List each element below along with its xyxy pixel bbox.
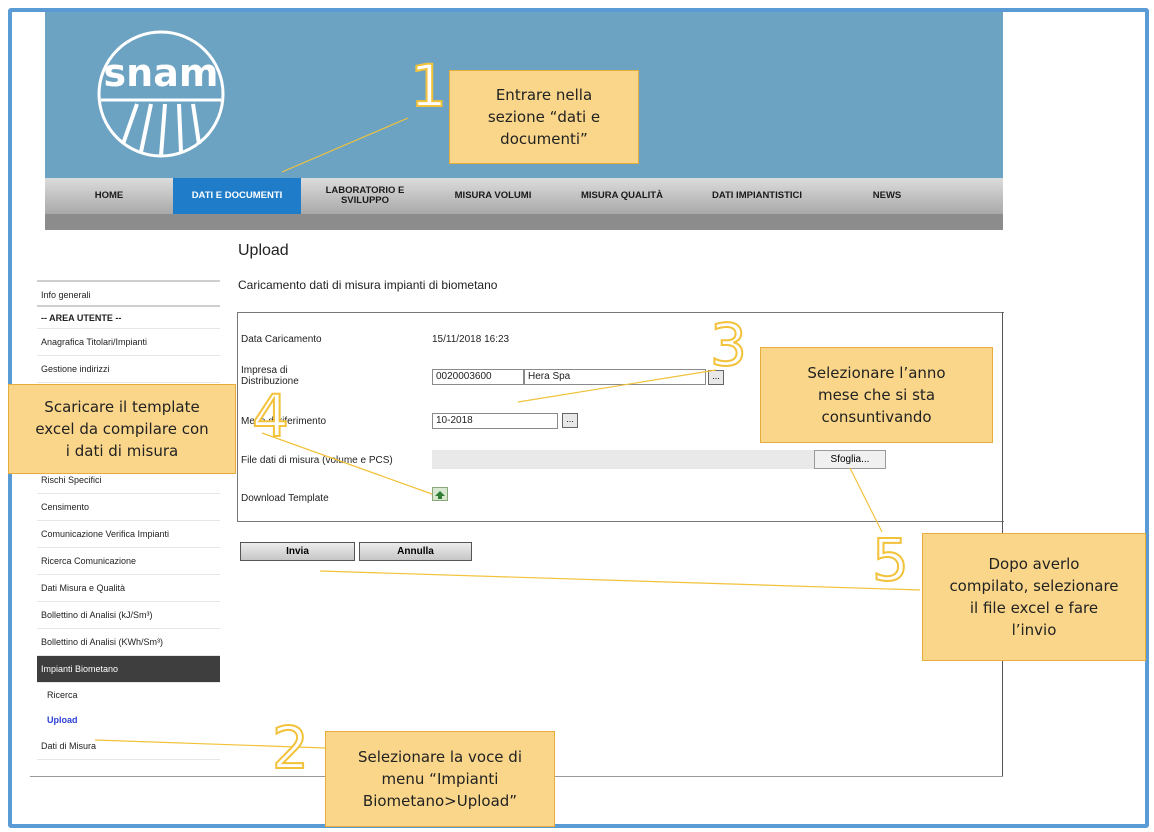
sub-navigation-bar	[45, 214, 1003, 230]
data-caricamento-value: 15/11/2018 16:23	[432, 334, 510, 345]
callout-number-1: 1	[409, 52, 448, 120]
sidebar-item-censimento[interactable]: Censimento	[37, 494, 220, 521]
sidebar: Info generali -- AREA UTENTE -- Anagrafi…	[37, 280, 220, 760]
impresa-name-field[interactable]: Hera Spa	[524, 369, 706, 385]
callout-number-2: 2	[271, 714, 310, 782]
download-icon[interactable]	[432, 487, 448, 501]
nav-misura-qualita[interactable]: MISURA QUALITÀ	[557, 178, 687, 214]
nav-news[interactable]: NEWS	[827, 178, 947, 214]
cancel-button[interactable]: Annulla	[359, 542, 472, 561]
sidebar-item-dati-di-misura[interactable]: Dati di Misura	[37, 733, 220, 760]
sidebar-section-area-utente: -- AREA UTENTE --	[37, 307, 220, 329]
callout-4: Scaricare il template excel da compilare…	[8, 384, 236, 474]
sidebar-item-anagrafica[interactable]: Anagrafica Titolari/Impianti	[37, 329, 220, 356]
sidebar-item-gestione-indirizzi[interactable]: Gestione indirizzi	[37, 356, 220, 383]
mese-field[interactable]: 10-2018	[432, 413, 558, 429]
sidebar-item-ricerca-comunicazione[interactable]: Ricerca Comunicazione	[37, 548, 220, 575]
nav-dati-e-documenti[interactable]: DATI E DOCUMENTI	[173, 178, 301, 214]
sidebar-item-comunicazione[interactable]: Comunicazione Verifica Impianti	[37, 521, 220, 548]
sidebar-item-bollettino-kwh[interactable]: Bollettino di Analisi (KWh/Sm³)	[37, 629, 220, 656]
nav-misura-volumi[interactable]: MISURA VOLUMI	[429, 178, 557, 214]
callout-2: Selezionare la voce di menu “Impianti Bi…	[325, 731, 555, 827]
send-button[interactable]: Invia	[240, 542, 355, 561]
sidebar-item-dati-misura-qualita[interactable]: Dati Misura e Qualità	[37, 575, 220, 602]
mese-picker-button[interactable]: ...	[562, 413, 578, 428]
sidebar-subitem-upload[interactable]: Upload	[37, 708, 220, 733]
sidebar-subitem-ricerca[interactable]: Ricerca	[37, 683, 220, 708]
callout-number-4: 4	[251, 382, 290, 450]
nav-dati-impiantistici[interactable]: DATI IMPIANTISTICI	[687, 178, 827, 214]
data-caricamento-label: Data Caricamento	[241, 334, 322, 345]
snam-logo[interactable]: snam	[95, 28, 227, 160]
page-subtitle: Caricamento dati di misura impianti di b…	[238, 278, 498, 292]
sidebar-item-impianti-biometano[interactable]: Impianti Biometano	[37, 656, 220, 683]
callout-1: Entrare nella sezione “dati e documenti”	[449, 70, 639, 164]
main-navigation: HOME DATI E DOCUMENTI LABORATORIO E SVIL…	[45, 178, 1003, 214]
callout-5: Dopo averlo compilato, selezionare il fi…	[922, 533, 1146, 661]
sidebar-item-info-generali[interactable]: Info generali	[37, 280, 220, 307]
nav-laboratorio-e-sviluppo[interactable]: LABORATORIO E SVILUPPO	[301, 178, 429, 214]
callout-number-3: 3	[709, 311, 748, 379]
impresa-code-field[interactable]: 0020003600	[432, 369, 524, 385]
download-template-label: Download Template	[241, 493, 329, 504]
callout-3: Selezionare l’anno mese che si sta consu…	[760, 347, 993, 443]
screenshot-stage: snam HOME DATI E DOCUMENTI LABORATORIO E…	[0, 0, 1154, 832]
page-title: Upload	[238, 242, 289, 259]
callout-number-5: 5	[871, 526, 910, 594]
logo-text: snam	[104, 51, 219, 95]
file-label: File dati di misura (volume e PCS)	[241, 455, 393, 466]
nav-home[interactable]: HOME	[45, 178, 173, 214]
sidebar-item-bollettino-kj[interactable]: Bollettino di Analisi (kJ/Sm³)	[37, 602, 220, 629]
browse-button[interactable]: Sfoglia...	[814, 450, 886, 469]
